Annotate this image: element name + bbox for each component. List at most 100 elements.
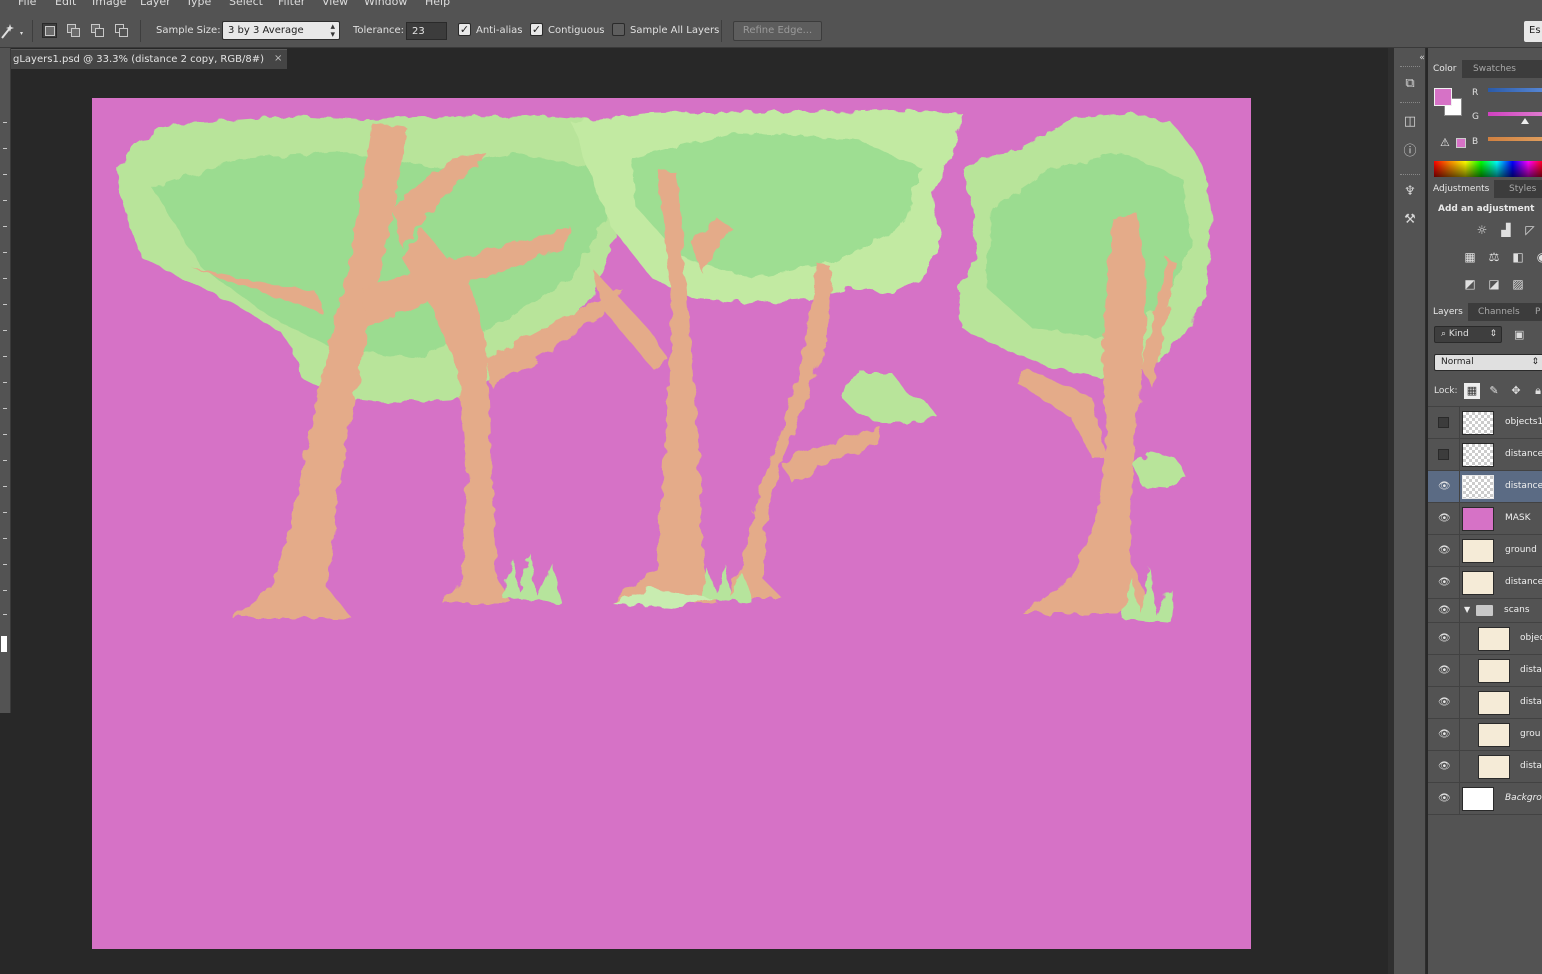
sample-size-select[interactable]: 3 by 3 Average ▴ ▾ [222,21,340,40]
menu-view[interactable]: View [322,0,348,8]
visibility-eye-icon[interactable]: 👁︎ [1438,761,1451,773]
tab-channels[interactable]: Channels [1473,303,1525,321]
layer-row[interactable]: 👁︎ dista [1428,655,1542,687]
layer-thumbnail [1462,539,1494,563]
layer-thumbnail [1462,411,1494,435]
curves-icon[interactable]: ◸ [1522,223,1538,237]
refine-edge-button[interactable]: Refine Edge... [733,21,822,41]
anti-alias-checkbox[interactable]: ✓ [458,23,471,36]
close-icon[interactable]: × [274,53,282,64]
menu-layer[interactable]: Layer [140,0,171,8]
blue-slider[interactable] [1488,137,1542,141]
info-icon[interactable]: ⓘ [1400,142,1420,162]
layer-row[interactable]: distance [1428,439,1542,471]
menu-bar: File Edit Image Layer Type Select Filter… [0,0,1542,14]
menu-window[interactable]: Window [364,0,407,8]
gamut-color-swatch[interactable] [1456,138,1466,148]
layer-row[interactable]: 👁︎ distance [1428,471,1542,503]
visibility-eye-icon[interactable]: 👁︎ [1438,605,1451,617]
row-divider [1459,567,1460,599]
right-panels: Color Swatches R G B ⚠ Adjustments Style… [1428,48,1542,974]
visibility-off-box[interactable] [1438,449,1449,460]
tab-layers[interactable]: Layers [1428,303,1468,321]
lock-transparency-icon[interactable]: ▦ [1464,383,1480,399]
sample-all-layers-checkbox[interactable] [612,23,625,36]
layer-row[interactable]: 👁︎ grou [1428,719,1542,751]
tab-color[interactable]: Color [1428,60,1462,78]
out-of-gamut-warning-icon[interactable]: ⚠ [1440,136,1450,149]
subtract-from-selection-icon[interactable] [90,23,105,38]
brush-presets-icon[interactable]: ♆ [1400,182,1420,202]
foreground-color-swatch[interactable] [1434,88,1452,106]
blend-mode-select[interactable]: Normal ⇕ [1434,354,1542,371]
layer-row[interactable]: 👁︎ Backgro [1428,783,1542,815]
group-expand-arrow-icon[interactable]: ▼ [1464,605,1470,614]
layer-row[interactable]: objects1 [1428,407,1542,439]
layer-row[interactable]: 👁︎ ground [1428,535,1542,567]
tab-paths[interactable]: P [1530,303,1542,321]
essentials-workspace-button[interactable]: Es [1524,21,1542,42]
visibility-eye-icon[interactable]: 👁︎ [1438,665,1451,677]
visibility-eye-icon[interactable]: 👁︎ [1438,513,1451,525]
intersect-selection-icon[interactable] [114,23,129,38]
tab-adjustments[interactable]: Adjustments [1428,180,1495,198]
menu-help[interactable]: Help [425,0,450,8]
layer-filter-select[interactable]: ⌕ Kind ⇕ [1434,326,1502,343]
menu-type[interactable]: Type [186,0,211,8]
visibility-eye-icon[interactable]: 👁︎ [1438,729,1451,741]
3d-cube-icon[interactable]: ◫ [1400,112,1420,132]
threshold-icon[interactable]: ◪ [1486,277,1502,291]
filter-image-icon[interactable]: ▣ [1514,328,1524,341]
layer-row[interactable]: 👁︎ ▼ scans [1428,599,1542,623]
lock-pixels-icon[interactable]: ✎ [1486,383,1502,399]
layer-row[interactable]: 👁︎ dista [1428,687,1542,719]
color-balance-icon[interactable]: ⚖ [1486,250,1502,264]
tab-swatches[interactable]: Swatches [1468,60,1521,78]
new-selection-icon[interactable] [42,23,57,38]
layer-row[interactable]: 👁︎ distance [1428,567,1542,599]
visibility-off-box[interactable] [1438,417,1449,428]
menu-select[interactable]: Select [229,0,263,8]
levels-icon[interactable]: ▟ [1498,223,1514,237]
gradient-map-icon[interactable]: ▨ [1510,277,1526,291]
photo-filter-icon[interactable]: ◉ [1534,250,1542,264]
tolerance-input[interactable]: 23 [406,22,447,40]
document-tab[interactable]: gLayers1.psd @ 33.3% (distance 2 copy, R… [11,49,287,69]
visibility-eye-icon[interactable]: 👁︎ [1438,793,1451,805]
magic-wand-icon[interactable] [0,22,28,42]
visibility-eye-icon[interactable]: 👁︎ [1438,577,1451,589]
foreground-background-swatch[interactable] [1,636,7,652]
visibility-eye-icon[interactable]: 👁︎ [1438,633,1451,645]
add-adjustment-title: Add an adjustment [1438,204,1535,214]
color-spectrum-ramp[interactable] [1434,161,1542,177]
black-white-icon[interactable]: ◧ [1510,250,1526,264]
add-to-selection-icon[interactable] [66,23,81,38]
document-canvas[interactable] [92,98,1251,949]
layer-name: scans [1504,605,1530,615]
red-slider[interactable] [1488,88,1542,92]
layer-row[interactable]: 👁︎ MASK [1428,503,1542,535]
invert-icon[interactable]: ◩ [1462,277,1478,291]
adjustments-panel-tabs: Adjustments Styles [1428,180,1542,198]
tab-styles[interactable]: Styles [1504,180,1541,198]
lock-all-icon[interactable]: 🔒︎ [1530,383,1542,399]
visibility-eye-icon[interactable]: 👁︎ [1438,697,1451,709]
lock-position-icon[interactable]: ✥ [1508,383,1524,399]
tools-panel [0,48,11,713]
visibility-eye-icon[interactable]: 👁︎ [1438,545,1451,557]
brightness-icon[interactable]: ☼ [1474,223,1490,237]
menu-file[interactable]: File [18,0,36,8]
green-channel-label: G [1472,112,1479,122]
menu-edit[interactable]: Edit [55,0,76,8]
menu-image[interactable]: Image [92,0,126,8]
layer-row[interactable]: 👁︎ dista [1428,751,1542,783]
green-slider[interactable] [1488,112,1542,116]
hue-saturation-icon[interactable]: ▦ [1462,250,1478,264]
layer-row[interactable]: 👁︎ objec [1428,623,1542,655]
slider-thumb-icon[interactable] [1521,118,1529,124]
visibility-eye-icon[interactable]: 👁︎ [1438,481,1451,493]
menu-filter[interactable]: Filter [278,0,305,8]
history-icon[interactable]: ⧉ [1400,74,1420,94]
contiguous-checkbox[interactable]: ✓ [530,23,543,36]
tool-presets-icon[interactable]: ⚒ [1400,210,1420,230]
